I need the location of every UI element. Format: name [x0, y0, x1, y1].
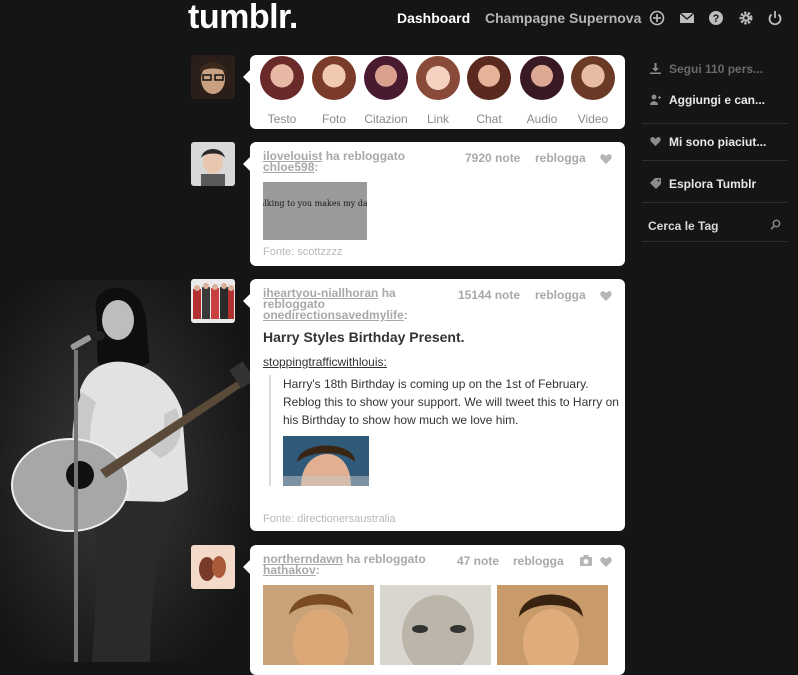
- quoted-user-colon: :: [383, 355, 387, 369]
- post-photo-caption: talking to you makes my day.: [263, 199, 367, 208]
- sidebar-divider: [642, 241, 788, 242]
- tumblr-logo[interactable]: tumblr.: [188, 0, 298, 37]
- add-user-icon: [650, 94, 661, 105]
- post-type-video-icon: [571, 56, 615, 100]
- settings-gear-icon[interactable]: [738, 10, 754, 26]
- post-type-photo-button[interactable]: Foto: [304, 55, 364, 126]
- post-type-chat-button[interactable]: Chat: [459, 55, 519, 126]
- post-type-chat-icon: [467, 56, 511, 100]
- help-question-icon[interactable]: ?: [708, 10, 724, 26]
- post-source-colon: :: [314, 160, 319, 174]
- post-photo[interactable]: [497, 585, 608, 665]
- post-type-photo-icon: [312, 56, 356, 100]
- post-type-quote-label: Citazion: [364, 112, 408, 126]
- post-source-link[interactable]: hathakov: [263, 563, 316, 577]
- post-source-link[interactable]: chloe598: [263, 160, 314, 174]
- post-source-colon: :: [315, 563, 320, 577]
- post-avatar[interactable]: [191, 545, 235, 589]
- post-type-pointer: [243, 70, 250, 84]
- sidebar-item-following[interactable]: Segui 110 pers...: [642, 55, 788, 83]
- post-type-link-icon: [416, 56, 460, 100]
- post-pointer: [243, 560, 250, 574]
- post-card: iheartyou-niallhoran ha rebloggato onedi…: [250, 279, 625, 531]
- post-action-text: ha rebloggato: [325, 149, 406, 163]
- post-type-text-label: Testo: [267, 112, 297, 126]
- post-quote-photo[interactable]: [283, 436, 369, 486]
- post-type-video-button[interactable]: Video: [563, 55, 623, 126]
- post-avatar-image: [191, 545, 235, 589]
- post-type-text-button[interactable]: Testo: [252, 55, 312, 126]
- post-photo[interactable]: [380, 585, 491, 665]
- post-pointer: [243, 157, 250, 171]
- tag-icon: [650, 178, 661, 189]
- sidebar-item-add[interactable]: Aggiungi e can...: [642, 86, 788, 114]
- sidebar-item-add-label: Aggiungi e can...: [669, 93, 766, 107]
- nav-blog-champagne-supernova[interactable]: Champagne Supernova: [485, 10, 641, 26]
- sidebar-item-liked-label: Mi sono piaciut...: [669, 135, 767, 149]
- post-reblog-button[interactable]: reblogga: [513, 554, 564, 568]
- post-notes-count[interactable]: 15144 note: [458, 288, 520, 302]
- my-avatar-image: [191, 55, 235, 99]
- post-type-quote-button[interactable]: Citazion: [356, 55, 416, 126]
- post-type-video-label: Video: [577, 112, 609, 126]
- search-icon[interactable]: [770, 219, 781, 230]
- like-heart-icon[interactable]: [600, 153, 612, 165]
- sidebar-item-following-label: Segui 110 pers...: [669, 62, 764, 76]
- post-card: northerndawn ha rebloggato hathakov: 47 …: [250, 545, 625, 675]
- sidebar-item-explore[interactable]: Esplora Tumblr: [642, 170, 788, 198]
- post-source-link[interactable]: onedirectionsavedmylife: [263, 308, 404, 322]
- post-avatar-image: [191, 279, 235, 323]
- messages-envelope-icon[interactable]: [679, 10, 695, 26]
- post-reblog-button[interactable]: reblogga: [535, 288, 586, 302]
- sidebar-divider: [642, 160, 788, 161]
- post-card: ilovelouist ha rebloggato chloe598: 7920…: [250, 142, 625, 266]
- post-source-credit[interactable]: Fonte: directionersaustralia: [263, 513, 396, 525]
- post-avatar[interactable]: [191, 142, 235, 186]
- post-reblog-info: iheartyou-niallhoran ha rebloggato onedi…: [263, 286, 453, 322]
- post-title: Harry Styles Birthday Present.: [263, 329, 465, 345]
- like-heart-icon[interactable]: [600, 290, 612, 302]
- post-photo[interactable]: [263, 585, 374, 665]
- post-reblog-info: northerndawn ha rebloggato hathakov:: [263, 552, 463, 577]
- svg-text:?: ?: [713, 13, 720, 25]
- post-action-text: ha rebloggato: [346, 552, 426, 566]
- post-quote-block: Harry's 18th Birthday is coming up on th…: [269, 375, 625, 486]
- post-type-photo-label: Foto: [321, 112, 346, 126]
- post-type-audio-icon: [520, 56, 564, 100]
- post-quote-text: Harry's 18th Birthday is coming up on th…: [283, 377, 619, 427]
- like-heart-icon[interactable]: [600, 556, 612, 568]
- logout-power-icon[interactable]: [767, 10, 783, 26]
- post-photo[interactable]: talking to you makes my day.: [263, 182, 367, 240]
- heart-icon: [650, 137, 661, 147]
- post-notes-count[interactable]: 47 note: [457, 554, 499, 568]
- download-arrow-icon: [650, 63, 661, 74]
- quoted-user-link[interactable]: stoppingtrafficwithlouis: [263, 355, 384, 369]
- post-reblog-info: ilovelouist ha rebloggato chloe598:: [263, 149, 463, 174]
- sidebar-divider: [642, 123, 788, 124]
- post-source-credit[interactable]: Fonte: scottzzzz: [263, 246, 342, 258]
- nav-dashboard[interactable]: Dashboard: [397, 10, 470, 26]
- quoted-user-line: stoppingtrafficwithlouis:: [263, 355, 387, 369]
- sidebar-item-explore-label: Esplora Tumblr: [669, 177, 757, 191]
- my-avatar[interactable]: [191, 55, 235, 99]
- sidebar-item-liked[interactable]: Mi sono piaciut...: [642, 128, 788, 156]
- post-avatar[interactable]: [191, 279, 235, 323]
- post-source-colon: :: [403, 308, 408, 322]
- post-notes-count[interactable]: 7920 note: [465, 151, 520, 165]
- post-type-text-icon: [260, 56, 304, 100]
- post-avatar-image: [191, 142, 235, 186]
- post-reblog-button[interactable]: reblogga: [535, 151, 586, 165]
- post-action-text: ha: [381, 286, 396, 300]
- background-performer-image: [0, 280, 250, 662]
- sidebar-divider: [642, 202, 788, 203]
- post-type-quote-icon: [364, 56, 408, 100]
- photo-camera-icon: [580, 555, 592, 566]
- post-pointer: [243, 294, 250, 308]
- post-type-chat-label: Chat: [476, 112, 502, 126]
- new-post-plus-icon[interactable]: [649, 10, 665, 26]
- tag-search-input[interactable]: Cerca le Tag: [648, 219, 718, 233]
- post-type-chooser: Testo Foto Citazion Link Chat Audio Vide…: [250, 55, 625, 129]
